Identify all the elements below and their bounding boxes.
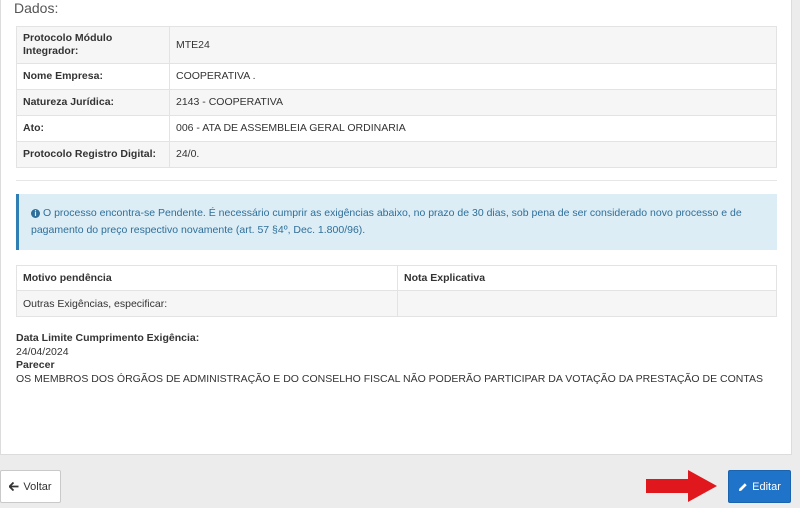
pendencias-table: Motivo pendência Nota Explicativa Outras… bbox=[16, 265, 777, 317]
main-panel: Dados: Protocolo Módulo Integrador: MTE2… bbox=[0, 0, 792, 455]
parecer-text: OS MEMBROS DOS ÓRGÃOS DE ADMINISTRAÇÃO E… bbox=[16, 372, 763, 385]
detail-value: COOPERATIVA . bbox=[169, 63, 777, 90]
deadline-label: Data Limite Cumprimento Exigência: bbox=[16, 332, 200, 344]
table-row: Ato: 006 - ATA DE ASSEMBLEIA GERAL ORDIN… bbox=[16, 115, 777, 142]
detail-value: MTE24 bbox=[169, 26, 777, 64]
pending-alert: iO processo encontra-se Pendente. É nece… bbox=[16, 194, 777, 250]
voltar-label: Voltar bbox=[23, 480, 52, 493]
cumprimento-block: Data Limite Cumprimento Exigência: 24/04… bbox=[16, 332, 763, 386]
table-header-row: Motivo pendência Nota Explicativa bbox=[16, 265, 777, 291]
detail-value: 24/0. bbox=[169, 141, 777, 168]
voltar-button[interactable]: Voltar bbox=[0, 470, 61, 503]
deadline-date: 24/04/2024 bbox=[16, 345, 69, 358]
detail-value: 2143 - COOPERATIVA bbox=[169, 89, 777, 116]
detail-label: Ato: bbox=[16, 115, 170, 142]
table-row: Nome Empresa: COOPERATIVA . bbox=[16, 63, 777, 90]
pencil-icon bbox=[739, 482, 747, 491]
info-icon: i bbox=[31, 209, 40, 218]
detail-label: Protocolo Módulo Integrador: bbox=[16, 26, 170, 64]
nota-cell bbox=[397, 290, 777, 317]
table-row: Natureza Jurídica: 2143 - COOPERATIVA bbox=[16, 89, 777, 116]
table-row: Outras Exigências, especificar: bbox=[16, 290, 777, 317]
table-row: Protocolo Módulo Integrador: MTE24 bbox=[16, 26, 777, 64]
red-arrow-icon bbox=[646, 470, 717, 502]
parecer-label: Parecer bbox=[16, 359, 55, 371]
section-title: Dados: bbox=[14, 0, 59, 16]
column-header-motivo: Motivo pendência bbox=[16, 265, 398, 291]
detail-value: 006 - ATA DE ASSEMBLEIA GERAL ORDINARIA bbox=[169, 115, 777, 142]
details-table: Protocolo Módulo Integrador: MTE24 Nome … bbox=[16, 26, 777, 168]
table-row: Protocolo Registro Digital: 24/0. bbox=[16, 141, 777, 168]
detail-label: Protocolo Registro Digital: bbox=[16, 141, 170, 168]
motivo-cell: Outras Exigências, especificar: bbox=[16, 290, 398, 317]
divider bbox=[16, 180, 777, 181]
editar-button[interactable]: Editar bbox=[728, 470, 791, 503]
editar-label: Editar bbox=[752, 480, 781, 493]
detail-label: Nome Empresa: bbox=[16, 63, 170, 90]
column-header-nota: Nota Explicativa bbox=[397, 265, 777, 291]
detail-label: Natureza Jurídica: bbox=[16, 89, 170, 116]
arrow-left-icon bbox=[9, 482, 19, 491]
alert-text: O processo encontra-se Pendente. É neces… bbox=[31, 207, 742, 236]
